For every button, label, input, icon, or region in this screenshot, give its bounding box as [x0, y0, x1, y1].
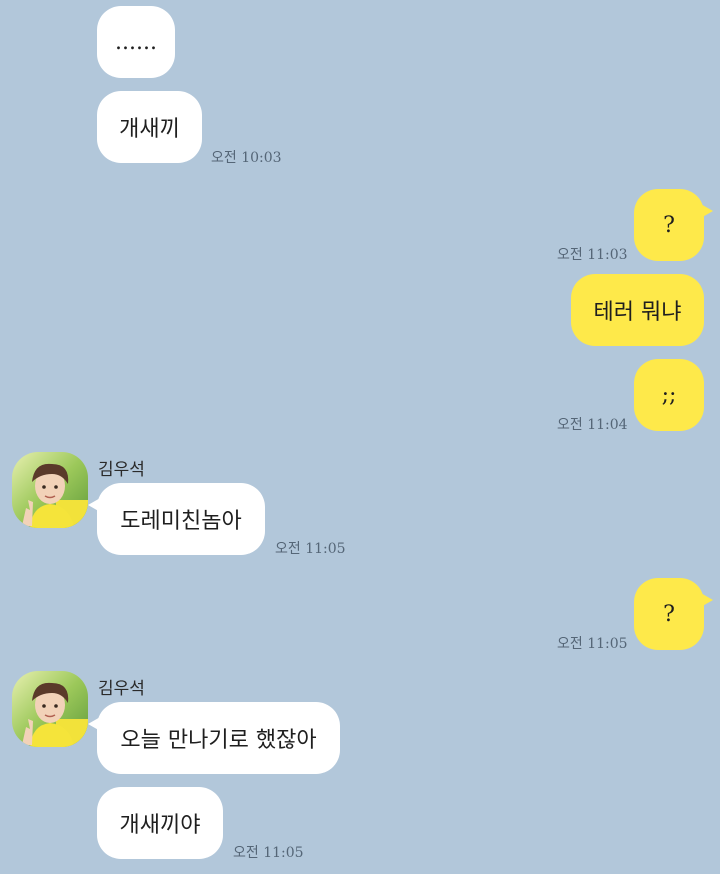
message-time: 오전 10:03 — [211, 150, 282, 166]
message-text: ...... — [115, 29, 157, 55]
message-text: 도레미친놈아 — [120, 509, 242, 534]
message-text: 테러 뭐냐 — [593, 300, 682, 325]
sender-name: 김우석 — [98, 460, 145, 480]
message-text: ? — [663, 601, 675, 627]
message-bubble-incoming[interactable]: 개새끼야 — [97, 787, 223, 859]
message-time: 오전 11:05 — [233, 845, 304, 861]
sender-name: 김우석 — [98, 679, 145, 699]
message-text: ? — [663, 212, 675, 238]
message-bubble-outgoing[interactable]: ? — [634, 189, 713, 261]
message-bubble-outgoing[interactable]: ;; — [634, 359, 704, 431]
profile-photo-icon — [12, 452, 88, 528]
avatar[interactable] — [12, 452, 88, 528]
message-bubble-incoming[interactable]: 오늘 만나기로 했잖아 — [88, 702, 340, 774]
message-time: 오전 11:05 — [557, 636, 628, 652]
message-text: 오늘 만나기로 했잖아 — [120, 728, 317, 753]
message-bubble-incoming[interactable]: 개새끼 — [97, 91, 202, 163]
message-bubble-outgoing[interactable]: ? — [634, 578, 713, 650]
message-text: 개새끼 — [119, 117, 180, 142]
message-text: ;; — [661, 382, 677, 408]
message-time: 오전 11:05 — [275, 541, 346, 557]
profile-photo-icon — [12, 671, 88, 747]
message-text: 개새끼야 — [119, 813, 201, 838]
avatar[interactable] — [12, 671, 88, 747]
message-bubble-outgoing[interactable]: 테러 뭐냐 — [571, 274, 704, 346]
message-time: 오전 11:04 — [557, 417, 628, 433]
message-time: 오전 11:03 — [557, 247, 628, 263]
message-bubble-incoming[interactable]: 도레미친놈아 — [88, 483, 265, 555]
message-bubble-incoming[interactable]: ...... — [97, 6, 175, 78]
